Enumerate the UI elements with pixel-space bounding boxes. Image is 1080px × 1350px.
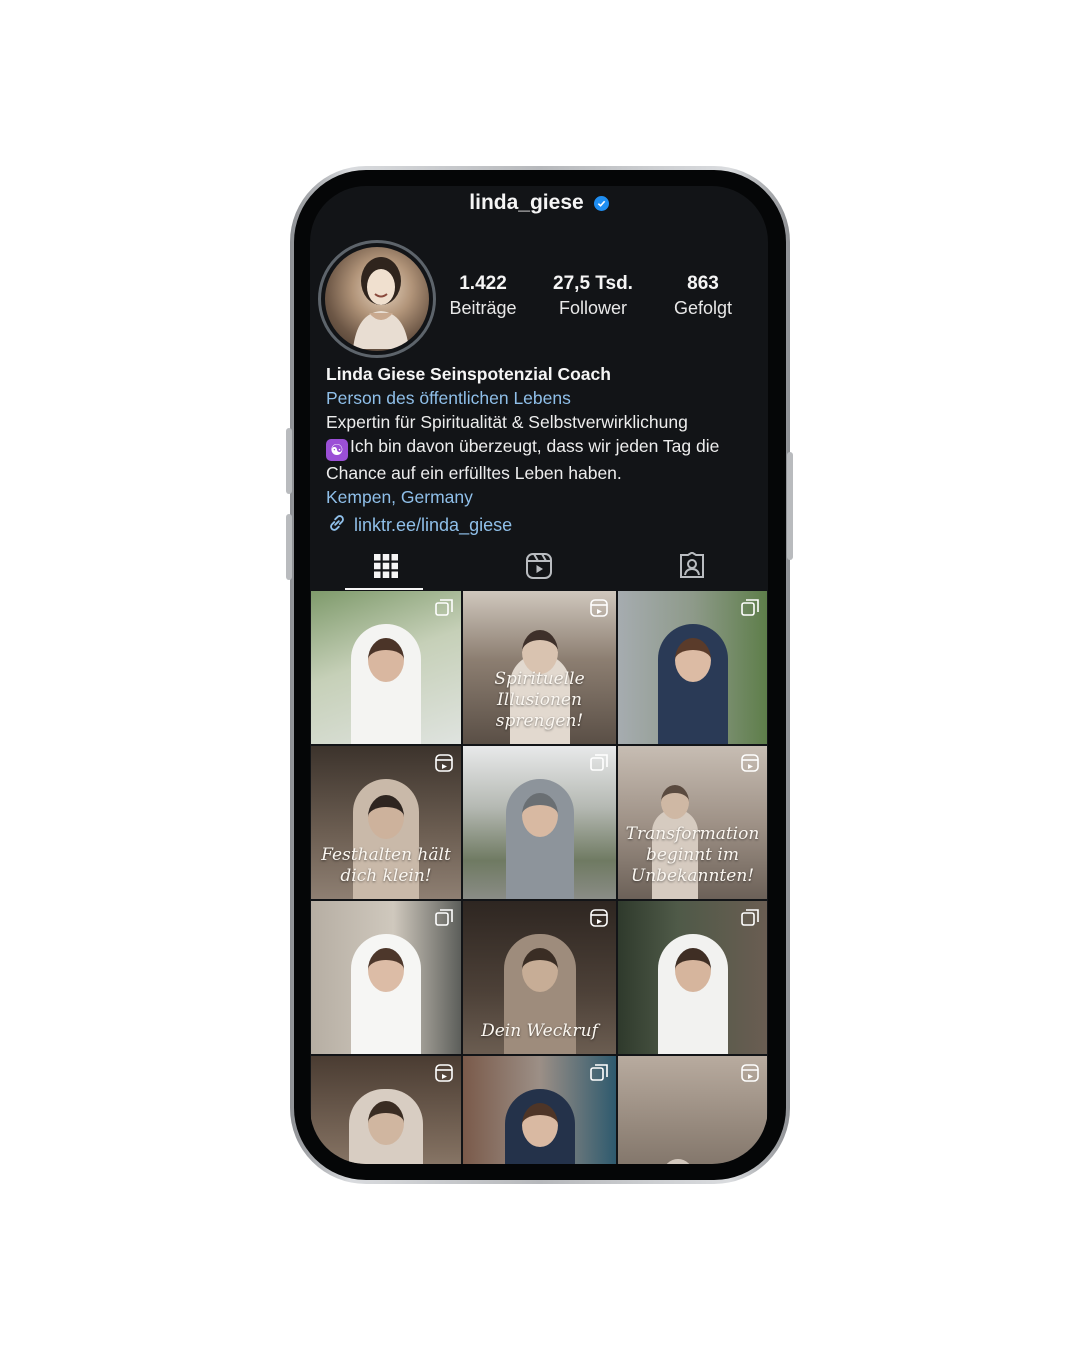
post-tile[interactable] [463,1056,616,1164]
post-subject-head [521,1103,558,1147]
post-subject-head [521,793,558,837]
bio-line-2: Ich bin davon überzeugt, dass wir jeden … [326,436,720,483]
posts-label: Beiträge [449,298,517,318]
yin-yang-icon: ☯ [326,439,348,461]
post-caption: Dein Weckruf [481,1021,598,1041]
post-tile[interactable]: Dein Weckruf [463,901,616,1054]
followers-count: 27,5 Tsd. [553,273,633,294]
post-subject-head [368,948,404,992]
carousel-icon [435,599,453,622]
post-caption: Spirituelle Illusionen sprengen! [494,669,585,731]
tab-tagged[interactable] [615,546,768,590]
post-tile[interactable]: Transformation beginnt im Unbekannten! [618,746,767,899]
tab-reels[interactable] [463,546,616,590]
profile-tabs [310,546,768,590]
reels-icon [525,552,553,585]
stat-following[interactable]: 863 Gefolgt [648,272,758,320]
post-subject-head [674,638,711,682]
post-caption: Transformation beginnt im Unbekannten! [625,824,760,886]
post-subject-head [521,948,558,992]
profile-category[interactable]: Person des öffentlichen Lebens [326,386,756,410]
volume-down-button [286,514,292,580]
followers-label: Follower [558,298,628,318]
reel-badge-icon [435,1064,453,1087]
carousel-icon [741,599,759,622]
power-button [787,452,793,560]
bio-line-1: Expertin für Spiritualität & Selbstverwi… [326,412,688,432]
post-caption: Festhalten hält dich klein! [321,845,451,886]
carousel-icon [741,909,759,932]
instagram-profile-screen: linda_giese 1.422 Beiträge 27,5 Tsd. Fol… [310,186,768,1164]
post-subject [662,1159,693,1164]
post-tile[interactable] [463,746,616,899]
post-subject-head [674,948,711,992]
username[interactable]: linda_giese [469,191,583,215]
reel-badge-icon [590,909,608,932]
link-text: linktr.ee/linda_giese [354,515,513,535]
post-tile[interactable] [618,591,767,744]
bio-line-2-wrapper: ☯ Ich bin davon überzeugt, dass wir jeden… [326,434,756,485]
reel-badge-icon [590,599,608,622]
post-subject-head [368,795,404,839]
post-subject-head [368,1101,404,1145]
post-tile[interactable] [618,1056,767,1164]
grid-icon [373,553,399,584]
stat-followers[interactable]: 27,5 Tsd. Follower [538,272,648,320]
volume-up-button [286,428,292,494]
stat-posts[interactable]: 1.422 Beiträge [428,272,538,320]
tab-posts[interactable] [310,546,463,590]
display-name: Linda Giese Seinspotenzial Coach [326,364,611,384]
posts-count: 1.422 [459,273,507,294]
carousel-icon [435,909,453,932]
posts-grid: Spirituelle Illusionen sprengen! Festhal… [311,591,767,1164]
profile-link[interactable]: linktr.ee/linda_giese [326,512,512,539]
verified-badge-icon [593,195,609,211]
profile-header: linda_giese [310,188,768,218]
post-tile[interactable] [311,901,461,1054]
post-tile[interactable] [618,901,767,1054]
post-tile[interactable]: Spirituelle Illusionen sprengen! [463,591,616,744]
avatar [325,247,429,351]
profile-avatar[interactable] [318,240,436,358]
post-tile[interactable] [311,1056,461,1164]
post-tile[interactable] [311,591,461,744]
post-tile[interactable]: Festhalten hält dich klein! [311,746,461,899]
profile-bio: Linda Giese Seinspotenzial Coach Person … [326,362,756,509]
post-subject-head [521,630,558,674]
post-subject-head [660,785,689,819]
reel-badge-icon [435,754,453,777]
link-icon [326,512,348,539]
post-subject-head [368,638,404,682]
reel-badge-icon [741,754,759,777]
profile-location[interactable]: Kempen, Germany [326,485,756,509]
carousel-icon [590,754,608,777]
following-count: 863 [687,273,719,294]
carousel-icon [590,1064,608,1087]
reel-badge-icon [741,1064,759,1087]
following-label: Gefolgt [673,298,733,318]
tagged-icon [678,550,706,585]
